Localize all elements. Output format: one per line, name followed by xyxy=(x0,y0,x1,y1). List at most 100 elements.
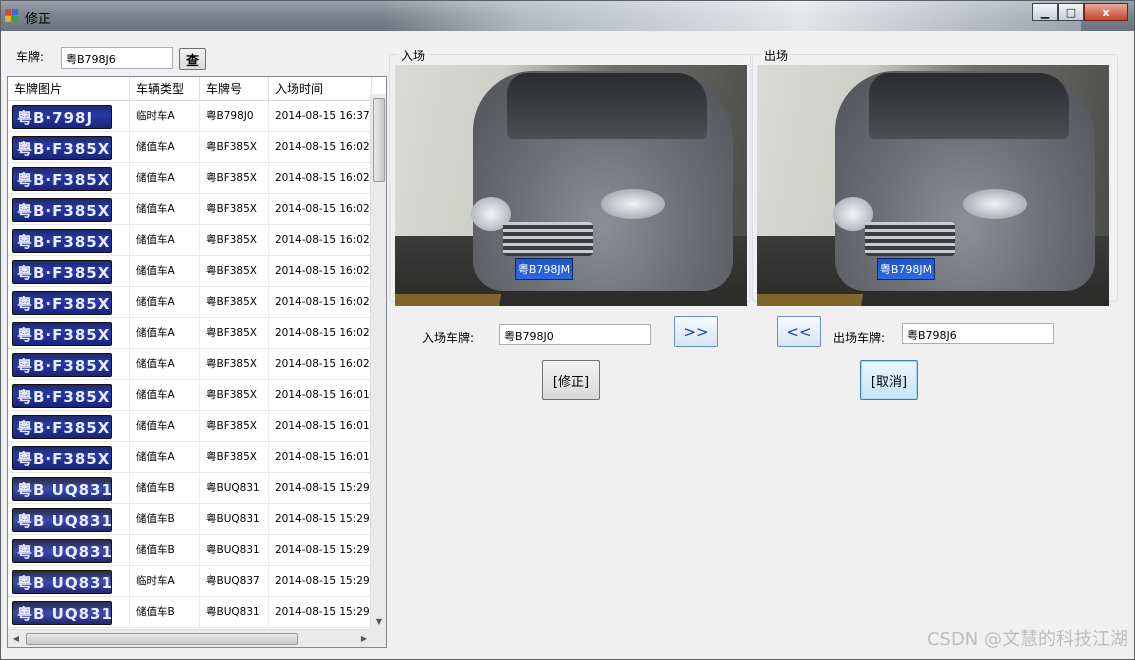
plate-image-cell: 粤B·F385X xyxy=(8,349,130,380)
close-button[interactable]: x xyxy=(1084,3,1128,21)
table-row[interactable]: 粤B·798J 临时车A 粤B798J0 2014-08-15 16:37 xyxy=(8,101,372,132)
entry-plate-field[interactable]: 粤B798J0 xyxy=(499,324,651,345)
record-grid[interactable]: 车牌图片 车辆类型 车牌号 入场时间 粤B·798J 临时车A 粤B798J0 201… xyxy=(7,76,387,648)
table-row[interactable]: 粤B·F385X 储值车A 粤BF385X 2014-08-15 16:01 xyxy=(8,411,372,442)
plate-image: 粤B·F385X xyxy=(12,166,112,191)
plate-image: 粤B·F385X xyxy=(12,259,112,284)
plate-image-cell: 粤B UQ831 xyxy=(8,597,130,628)
copy-to-entry-button[interactable]: << xyxy=(777,316,821,347)
window-title: 修正 xyxy=(25,12,52,27)
vehicle-type-cell: 储值车A xyxy=(130,442,200,473)
plate-image: 粤B·F385X xyxy=(12,352,112,377)
vehicle-type-cell: 储值车A xyxy=(130,380,200,411)
table-row[interactable]: 粤B·F385X 储值车A 粤BF385X 2014-08-15 16:01 xyxy=(8,380,372,411)
scroll-left-icon[interactable]: ◀ xyxy=(8,630,24,647)
entry-time-cell: 2014-08-15 15:29 xyxy=(269,504,372,535)
entry-time-cell: 2014-08-15 16:37 xyxy=(269,101,372,132)
plate-image-cell: 粤B·798J xyxy=(8,101,130,132)
plate-number-cell: 粤BUQ831 xyxy=(200,535,269,566)
query-button[interactable]: 查 xyxy=(179,48,206,70)
plate-number-cell: 粤BF385X xyxy=(200,442,269,473)
plate-image: 粤B·798J xyxy=(12,104,112,129)
table-row[interactable]: 粤B UQ831 储值车B 粤BUQ831 2014-08-15 15:29 xyxy=(8,597,372,628)
exit-plate-field[interactable]: 粤B798J6 xyxy=(902,323,1054,344)
title-bar[interactable]: 修正 ▁ □ x xyxy=(1,1,1134,31)
plate-number-cell: 粤BF385X xyxy=(200,411,269,442)
plate-image: 粤B·F385X xyxy=(12,321,112,346)
exit-plate-label: 出场车牌: xyxy=(833,331,886,345)
maximize-button[interactable]: □ xyxy=(1058,3,1084,21)
vehicle-type-cell: 储值车A xyxy=(130,287,200,318)
table-row[interactable]: 粤B·F385X 储值车A 粤BF385X 2014-08-15 16:02 xyxy=(8,318,372,349)
entry-time-cell: 2014-08-15 16:02 xyxy=(269,318,372,349)
column-header-vehicle-type[interactable]: 车辆类型 xyxy=(130,77,200,101)
table-row[interactable]: 粤B UQ831 储值车B 粤BUQ831 2014-08-15 15:29 xyxy=(8,504,372,535)
table-row[interactable]: 粤B UQ831 储值车B 粤BUQ831 2014-08-15 15:29 xyxy=(8,535,372,566)
table-row[interactable]: 粤B UQ831 临时车A 粤BUQ837 2014-08-15 15:29 xyxy=(8,566,372,597)
plate-number-cell: 粤BF385X xyxy=(200,132,269,163)
table-row[interactable]: 粤B·F385X 储值车A 粤BF385X 2014-08-15 16:02 xyxy=(8,256,372,287)
entry-time-cell: 2014-08-15 16:02 xyxy=(269,349,372,380)
plate-number-cell: 粤BF385X xyxy=(200,194,269,225)
table-row[interactable]: 粤B UQ831 储值车B 粤BUQ831 2014-08-15 15:29 xyxy=(8,473,372,504)
entry-time-cell: 2014-08-15 15:29 xyxy=(269,535,372,566)
plate-image: 粤B·F385X xyxy=(12,228,112,253)
scroll-down-icon[interactable]: ▼ xyxy=(371,614,386,630)
plate-image-cell: 粤B·F385X xyxy=(8,225,130,256)
plate-image: 粤B UQ831 xyxy=(12,476,112,501)
plate-number-cell: 粤B798J0 xyxy=(200,101,269,132)
horizontal-scroll-thumb[interactable] xyxy=(26,633,298,645)
entry-time-cell: 2014-08-15 16:02 xyxy=(269,194,372,225)
vehicle-type-cell: 储值车A xyxy=(130,349,200,380)
entry-plate-label: 入场车牌: xyxy=(422,331,475,345)
plate-image: 粤B UQ831 xyxy=(12,538,112,563)
app-icon[interactable] xyxy=(5,9,19,23)
plate-image-cell: 粤B UQ831 xyxy=(8,504,130,535)
vehicle-type-cell: 临时车A xyxy=(130,101,200,132)
vertical-scrollbar[interactable]: ▲ ▼ xyxy=(370,94,386,630)
table-row[interactable]: 粤B·F385X 储值车A 粤BF385X 2014-08-15 16:02 xyxy=(8,349,372,380)
window-controls: ▁ □ x xyxy=(1032,3,1128,21)
copy-to-exit-button[interactable]: >> xyxy=(674,316,718,347)
plate-image-cell: 粤B·F385X xyxy=(8,411,130,442)
plate-image: 粤B UQ831 xyxy=(12,600,112,625)
table-row[interactable]: 粤B·F385X 储值车A 粤BF385X 2014-08-15 16:02 xyxy=(8,225,372,256)
table-row[interactable]: 粤B·F385X 储值车A 粤BF385X 2014-08-15 16:01 xyxy=(8,442,372,473)
vertical-scroll-thumb[interactable] xyxy=(373,98,385,182)
entry-time-cell: 2014-08-15 16:02 xyxy=(269,225,372,256)
column-header-plate-number[interactable]: 车牌号 xyxy=(200,77,269,101)
plate-image: 粤B·F385X xyxy=(12,197,112,222)
correct-button[interactable]: [修正] xyxy=(542,360,600,400)
plate-number-cell: 粤BF385X xyxy=(200,225,269,256)
grid-rows: 粤B·798J 临时车A 粤B798J0 2014-08-15 16:37 粤B·F38… xyxy=(8,101,372,629)
exit-group-label: 出场 xyxy=(761,47,792,64)
watermark: CSDN @文慧的科技江湖 xyxy=(926,629,1128,650)
minimize-button[interactable]: ▁ xyxy=(1032,3,1058,21)
cancel-button[interactable]: [取消] xyxy=(860,360,918,400)
plate-image: 粤B·F385X xyxy=(12,414,112,439)
vehicle-type-cell: 储值车B xyxy=(130,473,200,504)
search-input[interactable]: 粤B798J6 xyxy=(61,47,173,69)
main-window: 修正 ▁ □ x 车牌: 粤B798J6 查 车牌图片 车辆类型 车牌号 入场时… xyxy=(0,0,1135,660)
table-row[interactable]: 粤B·F385X 储值车A 粤BF385X 2014-08-15 16:02 xyxy=(8,163,372,194)
entry-time-cell: 2014-08-15 16:02 xyxy=(269,163,372,194)
plate-image-cell: 粤B·F385X xyxy=(8,163,130,194)
plate-image-cell: 粤B UQ831 xyxy=(8,473,130,504)
table-row[interactable]: 粤B·F385X 储值车A 粤BF385X 2014-08-15 16:02 xyxy=(8,194,372,225)
vehicle-type-cell: 储值车A xyxy=(130,256,200,287)
plate-number-cell: 粤BF385X xyxy=(200,380,269,411)
entry-time-cell: 2014-08-15 15:29 xyxy=(269,566,372,597)
table-row[interactable]: 粤B·F385X 储值车A 粤BF385X 2014-08-15 16:02 xyxy=(8,287,372,318)
plate-number-cell: 粤BUQ831 xyxy=(200,597,269,628)
plate-image-cell: 粤B UQ831 xyxy=(8,535,130,566)
table-row[interactable]: 粤B·F385X 储值车A 粤BF385X 2014-08-15 16:02 xyxy=(8,132,372,163)
title-bar-background xyxy=(381,1,1081,31)
horizontal-scrollbar[interactable]: ◀ ▶ xyxy=(8,629,372,647)
plate-image-cell: 粤B·F385X xyxy=(8,256,130,287)
column-header-entry-time[interactable]: 入场时间 xyxy=(269,77,372,101)
column-header-plate-image[interactable]: 车牌图片 xyxy=(8,77,130,101)
plate-number-cell: 粤BF385X xyxy=(200,287,269,318)
entry-photo-plate: 粤B798JM xyxy=(515,258,573,280)
vehicle-type-cell: 储值车A xyxy=(130,132,200,163)
vehicle-type-cell: 储值车A xyxy=(130,225,200,256)
